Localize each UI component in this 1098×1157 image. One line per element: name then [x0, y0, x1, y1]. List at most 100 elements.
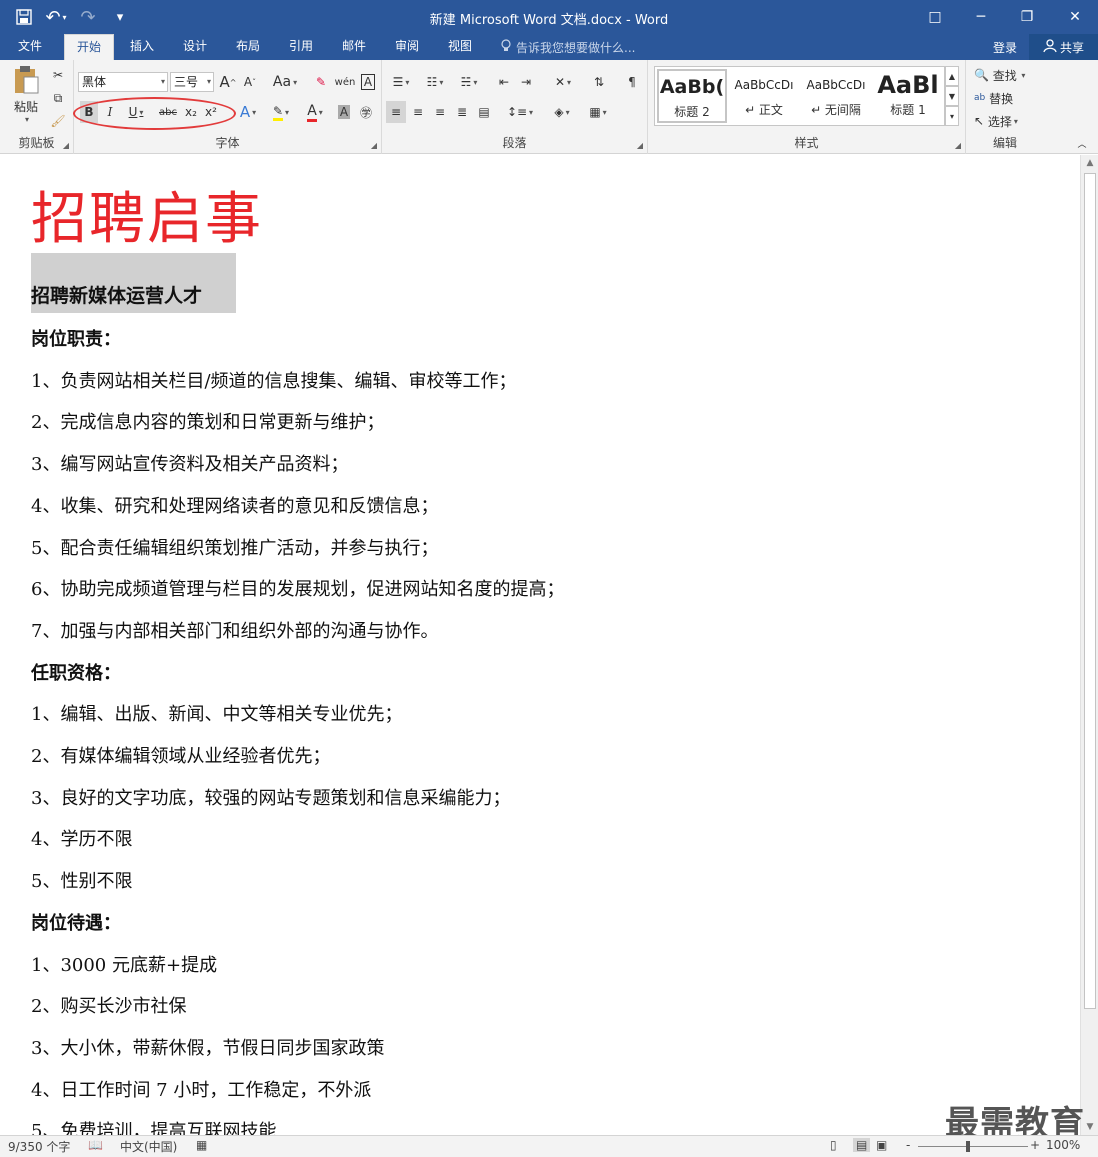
scroll-up-button[interactable]: ▲ — [1081, 155, 1098, 171]
macro-icon[interactable]: ▦ — [196, 1138, 207, 1152]
list-item: 2、购买长沙市社保 — [31, 996, 187, 1017]
text-effects-button[interactable]: A ▾ — [234, 101, 262, 123]
pilcrow-icon: ¶ — [628, 75, 636, 89]
close-button[interactable]: ✕ — [1052, 0, 1098, 34]
gallery-down-button[interactable]: ▼ — [945, 86, 959, 106]
sort-icon: ⇅ — [593, 75, 605, 89]
tab-references[interactable]: 引用 — [277, 34, 325, 60]
enclose-characters-button[interactable]: ㊫ — [356, 101, 376, 123]
replace-button[interactable]: ab 替换 — [974, 87, 1040, 109]
tab-insert[interactable]: 插入 — [118, 34, 166, 60]
align-left-button[interactable]: ≡ — [386, 101, 406, 123]
show-marks-button[interactable]: ¶ — [622, 71, 642, 93]
list-item: 5、配合责任编辑组织策划推广活动，并参与执行； — [31, 538, 439, 559]
dialog-launcher-icon[interactable]: ◢ — [637, 141, 643, 150]
tell-me-box[interactable]: 告诉我您想要做什么... — [500, 39, 635, 56]
gallery-more-button[interactable]: ▾ — [945, 106, 959, 126]
style-normal[interactable]: AaBbCcDı ↵ 正文 — [729, 69, 799, 123]
style-no-spacing[interactable]: AaBbCcDı ↵ 无间隔 — [801, 69, 871, 123]
dialog-launcher-icon[interactable]: ◢ — [371, 141, 377, 150]
justify-button[interactable]: ≣ — [452, 101, 472, 123]
language-indicator[interactable]: 中文(中国) — [120, 1138, 177, 1155]
style-heading-1[interactable]: AaBl 标题 1 — [873, 69, 943, 123]
tab-design[interactable]: 设计 — [171, 34, 219, 60]
gallery-up-button[interactable]: ▲ — [945, 66, 959, 86]
tab-review[interactable]: 审阅 — [383, 34, 431, 60]
tab-file[interactable]: 文件 — [6, 34, 54, 60]
zoom-slider[interactable] — [918, 1146, 1028, 1147]
dialog-launcher-icon[interactable]: ◢ — [955, 141, 961, 150]
borders-button[interactable]: ▦ ▾ — [582, 101, 614, 123]
character-border-button[interactable]: A — [358, 71, 378, 93]
web-layout-button[interactable]: ▣ — [876, 1138, 887, 1152]
shading-button[interactable]: ◈ ▾ — [546, 101, 578, 123]
word-count[interactable]: 9/350 个字 — [8, 1138, 70, 1155]
style-heading-2[interactable]: AaBb( 标题 2 — [657, 69, 727, 123]
replace-label: 替换 — [989, 91, 1014, 106]
person-icon — [1043, 38, 1057, 56]
font-color-button[interactable]: A ▾ — [300, 101, 330, 123]
minimize-button[interactable]: ─ — [958, 0, 1004, 34]
cut-button[interactable]: ✂ — [48, 64, 68, 86]
dialog-launcher-icon[interactable]: ◢ — [63, 141, 69, 150]
highlighter-icon: ✎ — [272, 104, 284, 121]
bullets-button[interactable]: ☰ ▾ — [386, 71, 416, 93]
select-label: 选择 — [987, 114, 1012, 129]
scroll-thumb[interactable] — [1084, 173, 1096, 1009]
character-shading-icon: A — [337, 105, 351, 119]
sign-in-link[interactable]: 登录 — [993, 39, 1017, 56]
borders-icon: ▦ — [589, 105, 601, 119]
zoom-slider-thumb[interactable] — [966, 1141, 970, 1152]
numbering-icon: ☷ — [426, 75, 438, 89]
align-center-button[interactable]: ≡ — [408, 101, 428, 123]
numbering-button[interactable]: ☷ ▾ — [420, 71, 450, 93]
list-item: 2、有媒体编辑领域从业经验者优先； — [31, 746, 331, 767]
align-center-icon: ≡ — [412, 105, 424, 119]
select-button[interactable]: ↖ 选择 ▾ — [974, 110, 1040, 132]
shrink-font-icon: A — [243, 75, 253, 89]
print-layout-button[interactable]: ▤ — [853, 1138, 871, 1152]
tab-view[interactable]: 视图 — [436, 34, 484, 60]
vertical-scrollbar[interactable]: ▲ ▼ — [1080, 155, 1098, 1135]
zoom-in-button[interactable]: + — [1030, 1138, 1040, 1152]
change-case-button[interactable]: Aa ▾ — [268, 71, 302, 93]
list-item: 1、3000 元底薪+提成 — [31, 955, 218, 976]
zoom-level[interactable]: 100% — [1046, 1138, 1080, 1152]
proofing-icon[interactable]: 📖 — [88, 1138, 103, 1152]
highlight-color-button[interactable]: ✎ ▾ — [266, 101, 296, 123]
collapse-ribbon-button[interactable]: ︿ — [1074, 136, 1090, 150]
line-spacing-icon: ↕≡ — [506, 105, 528, 119]
distributed-button[interactable]: ▤ — [474, 101, 494, 123]
asian-layout-button[interactable]: ✕ ▾ — [548, 71, 578, 93]
list-item: 5、性别不限 — [31, 871, 133, 892]
tab-home[interactable]: 开始 — [64, 34, 115, 60]
grow-font-button[interactable]: A ^ — [218, 71, 238, 93]
maximize-button[interactable]: ❐ — [1004, 0, 1050, 34]
format-painter-button[interactable]: 🖌 — [48, 110, 68, 132]
multilevel-list-button[interactable]: ☵ ▾ — [454, 71, 484, 93]
tab-layout[interactable]: 布局 — [224, 34, 272, 60]
list-item: 1、负责网站相关栏目/频道的信息搜集、编辑、审校等工作； — [31, 371, 517, 392]
font-size-combo[interactable]: 三号 ▾ — [170, 72, 214, 92]
zoom-out-button[interactable]: - — [906, 1138, 910, 1152]
phonetic-guide-button[interactable]: wén — [334, 71, 356, 93]
read-mode-button[interactable]: ▯ — [830, 1138, 837, 1152]
decrease-indent-button[interactable]: ⇤ — [494, 71, 514, 93]
ribbon-display-options-button[interactable]: □ — [912, 0, 958, 34]
copy-button[interactable]: ⧉ — [48, 87, 68, 109]
clear-formatting-button[interactable]: ✎ — [310, 71, 332, 93]
align-right-button[interactable]: ≡ — [430, 101, 450, 123]
increase-indent-button[interactable]: ⇥ — [516, 71, 536, 93]
distributed-icon: ▤ — [478, 105, 490, 119]
find-button[interactable]: 🔍 查找 ▾ — [974, 64, 1040, 86]
paste-button[interactable]: 粘贴 ▾ — [6, 64, 46, 124]
font-name-combo[interactable]: 黑体 ▾ — [78, 72, 168, 92]
line-spacing-button[interactable]: ↕≡ ▾ — [504, 101, 536, 123]
share-button[interactable]: 共享 — [1029, 34, 1098, 60]
sort-button[interactable]: ⇅ — [588, 71, 610, 93]
tab-mailings[interactable]: 邮件 — [330, 34, 378, 60]
ribbon-tabs: 文件 开始 插入 设计 布局 引用 邮件 审阅 视图 告诉我您想要做什么... … — [0, 34, 1098, 60]
shrink-font-button[interactable]: Aˇ — [240, 71, 260, 93]
list-item: 4、收集、研究和处理网络读者的意见和反馈信息； — [31, 496, 439, 517]
character-shading-button[interactable]: A — [334, 101, 354, 123]
